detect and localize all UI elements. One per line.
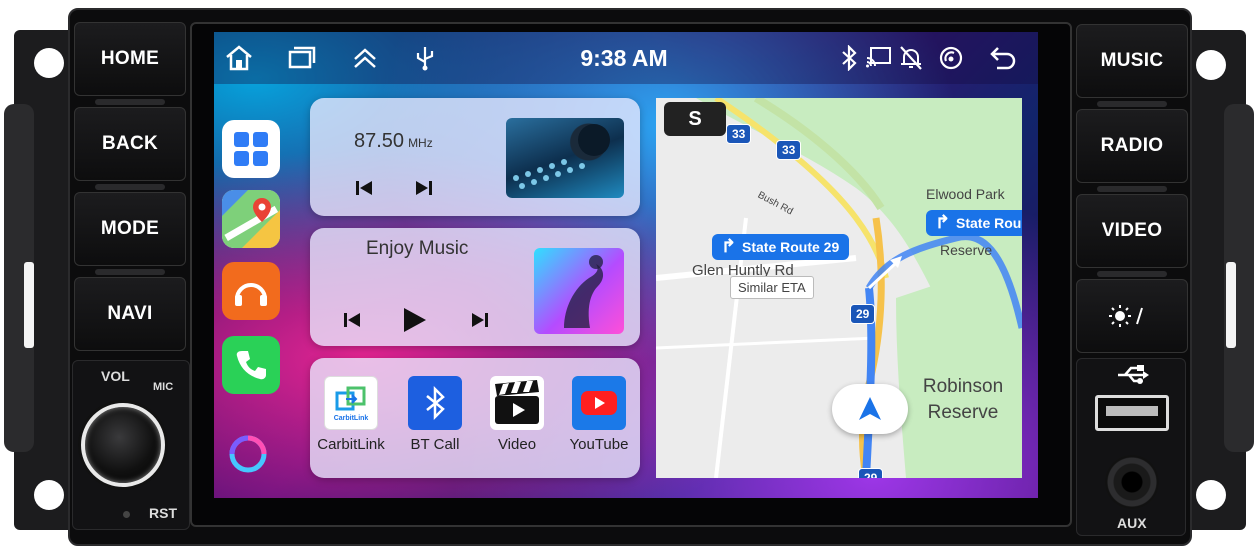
- chevron-up-icon[interactable]: [350, 44, 380, 72]
- place-label: Elwood Park: [926, 186, 1005, 202]
- music-widget[interactable]: Enjoy Music: [310, 228, 640, 346]
- carbitlink-icon: CarbitLink: [324, 376, 378, 430]
- radio-button[interactable]: RADIO: [1076, 109, 1188, 183]
- video-button[interactable]: VIDEO: [1076, 194, 1188, 268]
- skip-previous-icon: [344, 313, 360, 327]
- frequency-value: 87.50: [354, 130, 405, 152]
- youtube-app[interactable]: YouTube: [560, 376, 638, 453]
- volume-knob[interactable]: [81, 403, 165, 487]
- mount-hole: [1196, 480, 1226, 510]
- brightness-button[interactable]: [1076, 279, 1188, 353]
- maps-icon[interactable]: [222, 190, 280, 248]
- route-shield: 33: [776, 140, 802, 160]
- car-stereo-unit: HOME BACK MODE NAVI VOL MIC RST MUSIC RA…: [0, 0, 1257, 551]
- skip-previous-icon: [356, 181, 372, 195]
- play-icon: [404, 308, 426, 332]
- button-divider: [95, 269, 165, 275]
- youtube-icon: [572, 376, 626, 430]
- mount-slot: [1226, 262, 1236, 348]
- video-app[interactable]: Video: [478, 376, 556, 453]
- button-divider: [1097, 271, 1167, 277]
- mode-button[interactable]: MODE: [74, 192, 186, 266]
- radio-prev-button[interactable]: [354, 178, 374, 203]
- mount-hole: [34, 48, 64, 78]
- bt-call-label: BT Call: [410, 436, 460, 453]
- screen-cast-icon: [864, 44, 894, 72]
- music-play-button[interactable]: [402, 306, 428, 339]
- clapperboard-icon: [490, 376, 544, 430]
- assistant-icon[interactable]: [222, 428, 274, 480]
- home-icon[interactable]: [224, 44, 254, 72]
- carbitlink-label: CarbitLink: [317, 436, 385, 453]
- place-label: Reserve: [940, 242, 993, 258]
- apps-widget: CarbitLink CarbitLink BT Call Video YouT…: [310, 358, 640, 478]
- mic-label: MIC: [153, 381, 174, 393]
- brightness-night-icon: [1109, 305, 1151, 327]
- radio-artwork: [506, 118, 624, 198]
- phone-icon[interactable]: [222, 336, 280, 394]
- back-icon[interactable]: [988, 44, 1018, 72]
- button-divider: [95, 184, 165, 190]
- usb-symbol-icon: [1118, 365, 1149, 384]
- bluetooth-icon: [834, 44, 864, 72]
- clock: 9:38 AM: [580, 45, 668, 71]
- status-bar: 9:38 AM: [214, 32, 1038, 84]
- music-button[interactable]: MUSIC: [1076, 24, 1188, 98]
- mount-hole: [34, 480, 64, 510]
- place-label-line2: Reserve: [927, 402, 999, 423]
- music-prev-button[interactable]: [342, 310, 362, 335]
- navigation-arrow-icon: [859, 397, 881, 420]
- button-divider: [1097, 186, 1167, 192]
- touchscreen: 9:38 AM 87.50 MHz Enjoy Music CarbitLink…: [214, 32, 1038, 498]
- recent-apps-icon[interactable]: [286, 44, 316, 72]
- usb-icon: [410, 44, 440, 72]
- music-next-button[interactable]: [470, 310, 490, 335]
- radio-widget[interactable]: 87.50 MHz: [310, 98, 640, 216]
- mount-slot: [24, 262, 34, 348]
- aux-jack[interactable]: [1105, 455, 1159, 509]
- button-divider: [95, 99, 165, 105]
- usb-aux-panel: AUX: [1076, 358, 1186, 536]
- music-artwork: [534, 248, 624, 334]
- bluetooth-icon: [408, 376, 462, 430]
- navigation-map[interactable]: S 33 33 29 29 Bush Rd Elwood Park State …: [656, 98, 1022, 478]
- back-button[interactable]: BACK: [74, 107, 186, 181]
- radio-next-button[interactable]: [414, 178, 434, 203]
- aux-label: AUX: [1117, 515, 1147, 531]
- current-location-marker: [832, 384, 908, 434]
- route-shield: 29: [850, 304, 876, 324]
- video-label: Video: [497, 436, 537, 453]
- home-button[interactable]: HOME: [74, 22, 186, 96]
- place-label-line1: Robinson: [922, 376, 1004, 397]
- signal-icon: [936, 44, 966, 72]
- navi-button[interactable]: NAVI: [74, 277, 186, 351]
- route-shield: 33: [726, 124, 752, 144]
- carbitlink-badge: CarbitLink: [333, 414, 369, 422]
- route-shield: 29: [858, 468, 884, 478]
- bt-call-app[interactable]: BT Call: [396, 376, 474, 453]
- apps-grid-icon[interactable]: [222, 120, 280, 178]
- rst-label: RST: [149, 505, 177, 521]
- mount-hole: [1196, 50, 1226, 80]
- alt-route-chip[interactable]: State Rou: [926, 210, 1022, 236]
- music-title: Enjoy Music: [366, 238, 469, 259]
- volume-panel: VOL MIC RST: [72, 360, 190, 530]
- frequency-unit: MHz: [408, 136, 433, 150]
- mute-icon: [896, 44, 926, 72]
- map-search-button[interactable]: S: [664, 102, 726, 136]
- skip-next-icon: [416, 181, 432, 195]
- reset-pinhole[interactable]: [123, 511, 130, 518]
- music-app-icon[interactable]: [222, 262, 280, 320]
- usb-port[interactable]: [1095, 395, 1169, 431]
- carbitlink-app[interactable]: CarbitLink CarbitLink: [312, 376, 390, 453]
- main-route-chip[interactable]: State Route 29: [712, 234, 850, 260]
- skip-next-icon: [472, 313, 488, 327]
- button-divider: [1097, 101, 1167, 107]
- radio-frequency: 87.50 MHz: [354, 130, 433, 153]
- similar-eta-tag: Similar ETA: [730, 276, 814, 299]
- youtube-label: YouTube: [569, 436, 629, 453]
- vol-label: VOL: [101, 368, 130, 384]
